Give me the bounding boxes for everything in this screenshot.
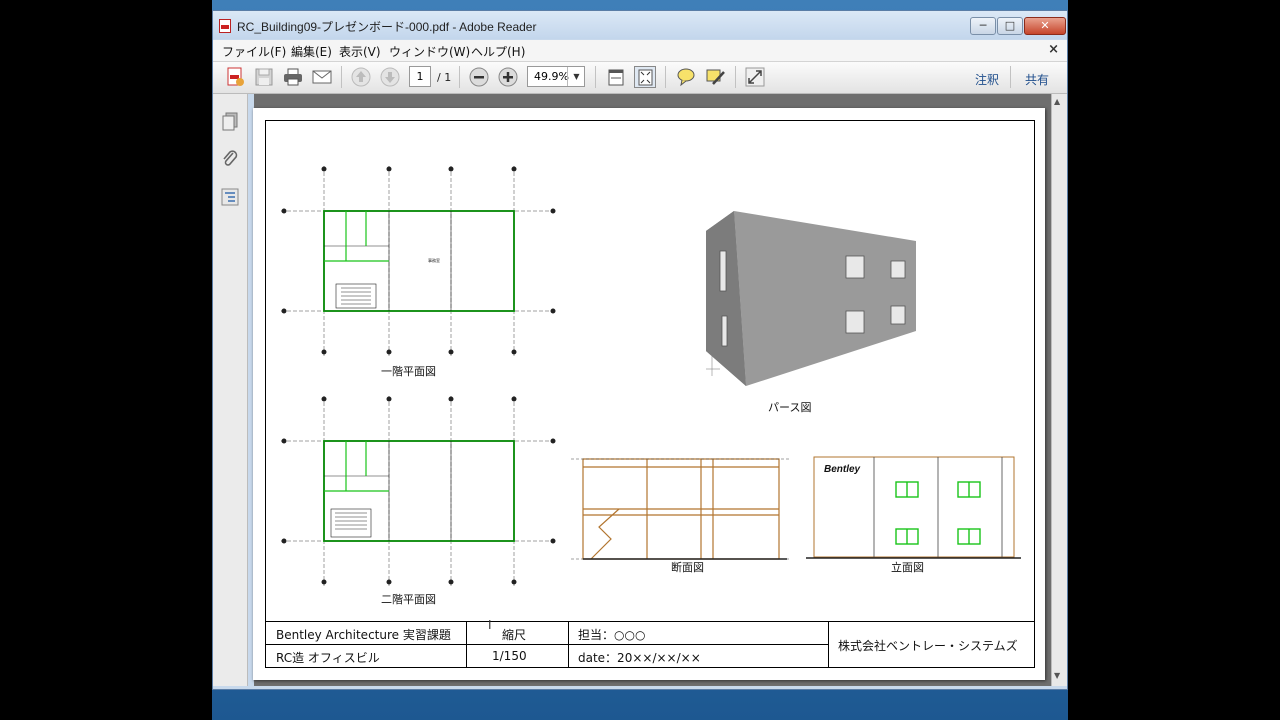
table-divider — [466, 622, 467, 668]
toolbar-separator — [459, 66, 460, 88]
first-floor-plan: 事務室 — [281, 166, 556, 356]
previous-page-icon[interactable] — [350, 66, 372, 88]
table-divider — [828, 622, 829, 668]
menu-file[interactable]: ファイル(F) — [222, 43, 286, 60]
fit-page-icon[interactable] — [634, 66, 656, 88]
document-close-button[interactable]: × — [1048, 42, 1059, 57]
elevation-drawing: Bentley — [806, 456, 1021, 559]
close-button[interactable]: ✕ — [1024, 17, 1066, 35]
table-divider — [568, 622, 569, 668]
attachment-icon[interactable] — [221, 149, 239, 169]
building-type: RC造 オフィスビル — [276, 651, 380, 665]
elevation-logo: Bentley — [824, 464, 861, 475]
first-floor-caption: 一階平面図 — [381, 365, 436, 378]
fit-width-icon[interactable] — [605, 66, 627, 88]
toolbar-separator — [1010, 66, 1011, 88]
print-icon[interactable] — [282, 66, 304, 88]
toolbar-separator — [735, 66, 736, 88]
project-name: Bentley Architecture 実習課題 — [276, 628, 451, 642]
menu-view[interactable]: 表示(V) — [339, 43, 381, 60]
toolbar-separator — [341, 66, 342, 88]
chevron-down-icon[interactable]: ▼ — [567, 67, 585, 86]
company-name: 株式会社ベントレー・システムズ — [838, 639, 1018, 653]
save-icon[interactable] — [253, 66, 275, 88]
email-icon[interactable] — [311, 66, 333, 88]
scale-value: 1/150 — [492, 649, 527, 663]
scale-label: 縮尺 — [502, 628, 527, 642]
section-caption: 断面図 — [671, 561, 704, 574]
minimize-button[interactable]: ─ — [970, 17, 996, 35]
elevation-caption: 立面図 — [891, 561, 924, 574]
page-total: / 1 — [437, 71, 452, 84]
plan-room-label: 事務室 — [428, 257, 440, 263]
create-pdf-icon[interactable] — [224, 66, 246, 88]
date-field: date：20××/××/×× — [578, 651, 701, 665]
pdf-page: 事務室 一階平面図 二階平面図 パース図 断面図 Bentley 立面図 Ben… — [253, 108, 1045, 680]
pages-icon[interactable] — [221, 112, 239, 132]
highlight-text-icon[interactable] — [704, 66, 726, 88]
owner-field: 担当：○○○ — [578, 628, 646, 642]
window-title: RC_Building09-プレゼンボード-000.pdf - Adobe Re… — [237, 20, 537, 34]
zoom-out-icon[interactable] — [468, 66, 490, 88]
perspective-caption: パース図 — [768, 401, 812, 414]
maximize-button[interactable]: □ — [997, 17, 1023, 35]
vertical-scrollbar[interactable]: ▲ ▼ — [1051, 94, 1067, 686]
sticky-note-icon[interactable] — [675, 66, 697, 88]
table-divider — [266, 644, 828, 645]
bookmarks-icon[interactable] — [221, 187, 239, 207]
scroll-up-icon[interactable]: ▲ — [1054, 97, 1060, 106]
expand-icon[interactable] — [744, 66, 766, 88]
toolbar: 1 / 1 49.9% ▼ 注釈 共有 — [213, 62, 1067, 94]
second-floor-caption: 二階平面図 — [381, 593, 436, 606]
share-button[interactable]: 共有 — [1025, 71, 1049, 88]
comment-button[interactable]: 注釈 — [975, 71, 999, 88]
toolbar-separator — [665, 66, 666, 88]
menu-help[interactable]: ヘルプ(H) — [471, 43, 525, 60]
menu-edit[interactable]: 編集(E) — [291, 43, 332, 60]
title-bar[interactable]: RC_Building09-プレゼンボード-000.pdf - Adobe Re… — [213, 11, 1067, 39]
toolbar-separator — [595, 66, 596, 88]
page-number-input[interactable]: 1 — [409, 66, 431, 87]
menu-window[interactable]: ウィンドウ(W) — [389, 43, 470, 60]
second-floor-plan — [281, 396, 556, 586]
zoom-in-icon[interactable] — [497, 66, 519, 88]
title-block: Bentley Architecture 実習課題 RC造 オフィスビル 縮尺 … — [266, 618, 1034, 668]
scroll-down-icon[interactable]: ▼ — [1054, 671, 1060, 680]
drawing-frame: 事務室 一階平面図 二階平面図 パース図 断面図 Bentley 立面図 Ben… — [265, 120, 1035, 668]
pdf-file-icon — [219, 19, 231, 33]
section-drawing — [571, 458, 791, 560]
navigation-panel — [213, 94, 248, 686]
perspective-model — [706, 211, 916, 386]
menu-bar: ファイル(F) 編集(E) 表示(V) ウィンドウ(W) ヘルプ(H) × — [213, 40, 1067, 62]
next-page-icon[interactable] — [379, 66, 401, 88]
text-cursor-icon: I — [488, 618, 492, 632]
